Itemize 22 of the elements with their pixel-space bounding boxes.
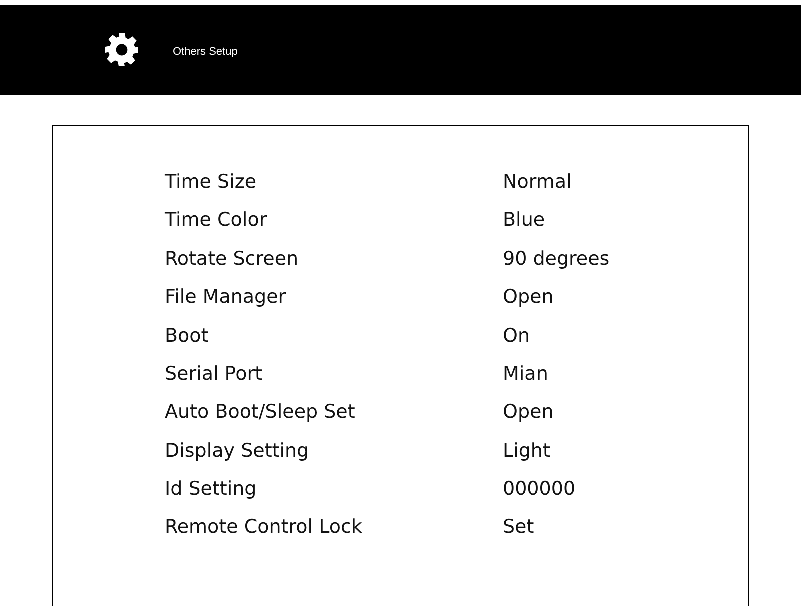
setting-label: Time Size — [165, 170, 258, 195]
setting-label: Rotate Screen — [165, 246, 300, 272]
setting-value[interactable]: Normal — [503, 168, 572, 196]
setting-label: Serial Port — [165, 362, 264, 387]
setting-label: Remote Control Lock — [165, 515, 364, 540]
setting-value[interactable]: Open — [503, 283, 554, 312]
setting-value[interactable]: Set — [503, 513, 534, 542]
settings-icon — [104, 32, 140, 68]
setting-label: File Manager — [165, 285, 288, 310]
setting-value[interactable]: On — [503, 322, 530, 350]
page-title: Others Setup — [173, 44, 238, 60]
setting-label: Time Color — [165, 208, 268, 234]
setting-label: Boot — [165, 324, 210, 348]
setting-value[interactable]: Light — [503, 436, 550, 466]
setting-value[interactable]: 90 degrees — [503, 244, 610, 274]
setting-value[interactable]: Open — [503, 398, 554, 427]
setting-value[interactable]: Blue — [503, 206, 546, 235]
setting-value[interactable]: 000000 — [503, 475, 576, 504]
setting-label: Display Setting — [165, 438, 310, 464]
setting-label: Id Setting — [165, 477, 258, 502]
setting-label: Auto Boot/Sleep Set — [165, 400, 356, 426]
setting-value[interactable]: Mian — [503, 360, 548, 388]
